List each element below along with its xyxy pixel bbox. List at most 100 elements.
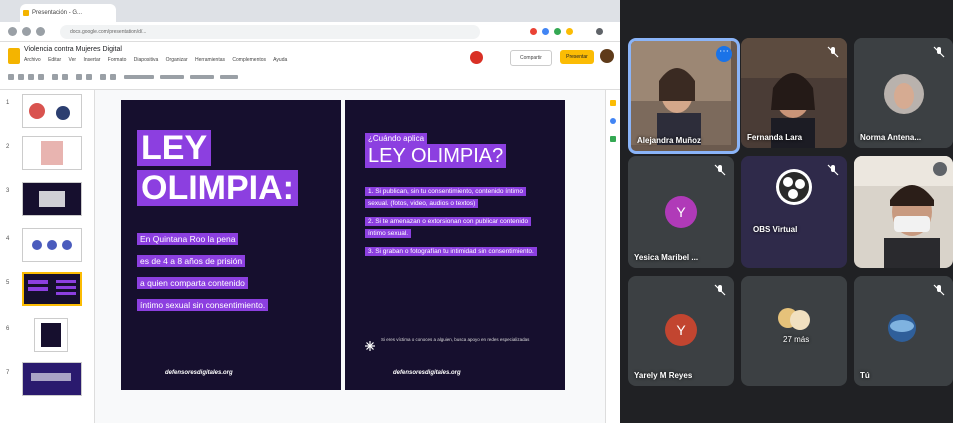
browser-tab[interactable]: Presentación - G... [20,4,116,22]
participant-name: Fernanda Lara [747,133,803,142]
menu-item[interactable]: Ayuda [273,57,287,63]
tasks-icon[interactable] [610,118,616,124]
browser-toolbar: docs.google.com/presentation/d/... [0,22,620,42]
slide-right: ¿Cuándo aplica LEY OLIMPIA? 1. Si public… [345,100,565,390]
participant-name: Tú [860,371,870,380]
back-icon[interactable] [8,27,17,36]
keep-icon[interactable] [610,100,616,106]
formatting-toolbar[interactable] [8,72,408,82]
menu-item[interactable]: Archivo [24,57,41,63]
participant-name: OBS Virtual [753,225,798,234]
menu-bar: Archivo Editar Ver Insertar Formato Diap… [24,57,293,63]
participant-tile-group[interactable]: 27 más [741,276,847,386]
menu-item[interactable]: Herramientas [195,57,225,63]
account-avatar[interactable] [600,49,614,63]
participant-tile[interactable]: Norma Antena... [854,38,953,148]
participant-tile[interactable]: Y Yarely M Reyes [628,276,734,386]
body-line: a quien comparta contenido [137,277,248,289]
slide-filmstrip: 1 2 3 4 5 6 7 [0,90,95,423]
profile-icon[interactable] [596,28,603,35]
slide-right-points: 1. Si publican, sin tu consentimiento, c… [365,186,545,264]
muted-mic-icon [713,283,727,297]
slides-logo-icon [8,48,20,64]
slide-thumbnail[interactable] [22,182,82,216]
forward-icon[interactable] [22,27,31,36]
slide-left: LEY OLIMPIA: En Quintana Roo la pena es … [121,100,341,390]
participant-tile[interactable]: Fernanda Lara [741,38,847,148]
thumb-number: 7 [6,370,10,376]
participant-tile[interactable]: Y Yesica Maribel ... [628,156,734,268]
document-title[interactable]: Violencia contra Mujeres Digital [24,46,122,53]
slide-thumbnail[interactable] [22,136,82,170]
extension-icon[interactable] [566,28,573,35]
extension-icon[interactable] [542,28,549,35]
slide-right-note: Si eres víctima o conoces a alguien, bus… [381,337,530,342]
address-bar[interactable]: docs.google.com/presentation/d/... [60,25,480,39]
title-line: OLIMPIA: [137,170,298,206]
participant-avatar: Y [665,196,697,228]
slide-thumbnail[interactable] [22,362,82,396]
menu-item[interactable]: Organizar [166,57,188,63]
body-line: En Quintana Roo la pena [137,233,239,245]
more-options-icon[interactable]: ⋯ [716,46,732,62]
browser-tab-title: Presentación - G... [32,10,83,16]
thumb-number: 1 [6,100,10,106]
muted-mic-icon [932,283,946,297]
muted-mic-icon [826,163,840,177]
extension-icon[interactable] [530,28,537,35]
thumb-number: 2 [6,144,10,150]
menu-item[interactable]: Editar [48,57,61,63]
record-icon[interactable] [470,51,483,64]
reload-icon[interactable] [36,27,45,36]
participant-tile[interactable]: OBS Virtual [741,156,847,268]
slide-thumbnail-selected[interactable] [22,272,82,306]
menu-item[interactable]: Formato [108,57,127,63]
slide-left-title: LEY OLIMPIA: [137,130,298,206]
point-item: 3. Si graban o fotografían tu intimidad … [365,247,537,256]
slide-thumbnail[interactable] [22,228,82,262]
body-line: íntimo sexual sin consentimiento. [137,299,269,311]
asterisk-icon [365,338,375,351]
thumb-number: 3 [6,188,10,194]
menu-item[interactable]: Diapositiva [134,57,158,63]
slide-thumbnail[interactable] [34,318,68,352]
menu-item[interactable]: Complementos [232,57,266,63]
menu-item[interactable]: Ver [69,57,77,63]
side-panel-bar [605,90,620,423]
participant-name: Norma Antena... [860,133,922,142]
slides-favicon-icon [23,10,29,16]
more-participants-count: 27 más [783,335,810,344]
point-item: 2. Si te amenazan o extorsionan con publ… [365,217,532,238]
thumb-number: 5 [6,280,10,286]
participant-name: Yarely M Reyes [634,371,693,380]
slide-left-body: En Quintana Roo la pena es de 4 a 8 años… [137,230,337,314]
browser-tab-bar: Presentación - G... [0,0,620,22]
share-button[interactable]: Compartir [510,50,552,66]
group-avatars-icon [777,306,811,332]
toolbar-icons [8,74,238,80]
shared-screen: Presentación - G... docs.google.com/pres… [0,0,620,423]
calendar-icon[interactable] [610,136,616,142]
present-button[interactable]: Presentar [560,50,594,64]
participant-avatar: Y [665,314,697,346]
participant-tile[interactable]: ⋯ Alejandra Muñoz [628,38,740,154]
slide-right-title: LEY OLIMPIA? [365,144,507,168]
thumb-number: 4 [6,236,10,242]
slide-right-footer: defensoresdigitales.org [393,370,461,376]
muted-mic-icon [826,45,840,59]
audio-indicator-icon [933,162,947,176]
slide-canvas: LEY OLIMPIA: En Quintana Roo la pena es … [95,90,605,423]
participant-name: Alejandra Muñoz [637,136,702,145]
slide-left-footer: defensoresdigitales.org [165,370,233,376]
slides-header: Violencia contra Mujeres Digital Archivo… [0,42,620,90]
extension-icon[interactable] [554,28,561,35]
muted-mic-icon [932,45,946,59]
point-item: 1. Si publican, sin tu consentimiento, c… [365,187,527,208]
body-line: es de 4 a 8 años de prisión [137,255,246,267]
muted-mic-icon [713,163,727,177]
participant-tile-self[interactable]: Tú [854,276,953,386]
participant-tile[interactable] [854,156,953,268]
menu-item[interactable]: Insertar [83,57,100,63]
participant-name: Yesica Maribel ... [634,253,699,262]
slide-thumbnail[interactable] [22,94,82,128]
